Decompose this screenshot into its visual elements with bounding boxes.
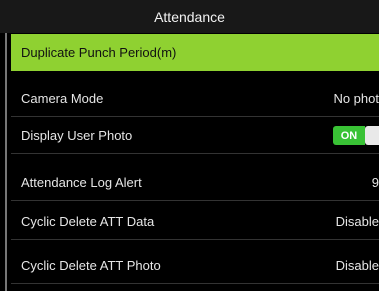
menu-item-label: Cyclic Delete ATT Photo: [21, 257, 161, 273]
menu-item-label: Attendance Log Alert: [21, 174, 142, 190]
menu-item-cyclic-delete-att-data[interactable]: Cyclic Delete ATT Data Disable: [11, 203, 379, 240]
menu-item-display-user-photo[interactable]: Display User Photo ON: [11, 117, 379, 154]
menu-item-label: Duplicate Punch Period(m): [21, 45, 177, 60]
page-title: Attendance: [154, 8, 225, 25]
left-divider: [5, 33, 7, 291]
menu-item-value: 9: [371, 174, 379, 190]
attendance-settings-screen: Attendance Duplicate Punch Period(m) Cam…: [0, 0, 379, 291]
menu-item-value: Disable: [335, 213, 379, 229]
menu-item-attendance-log-alert[interactable]: Attendance Log Alert 9: [11, 164, 379, 201]
page-title-bar: Attendance: [0, 0, 379, 33]
menu-item-value: No phot: [333, 90, 379, 106]
display-photo-toggle[interactable]: ON: [333, 126, 379, 145]
menu-item-cyclic-delete-att-photo[interactable]: Cyclic Delete ATT Photo Disable: [11, 247, 379, 284]
menu-item-label: Cyclic Delete ATT Data: [21, 213, 155, 229]
menu-item-duplicate-punch-period[interactable]: Duplicate Punch Period(m): [11, 34, 379, 71]
menu-item-camera-mode[interactable]: Camera Mode No phot: [11, 80, 379, 117]
toggle-on-label: ON: [333, 126, 365, 145]
toggle-knob: [365, 126, 379, 145]
menu-item-label: Display User Photo: [21, 127, 133, 143]
menu-item-value: Disable: [335, 257, 379, 273]
menu-item-label: Camera Mode: [21, 90, 104, 106]
